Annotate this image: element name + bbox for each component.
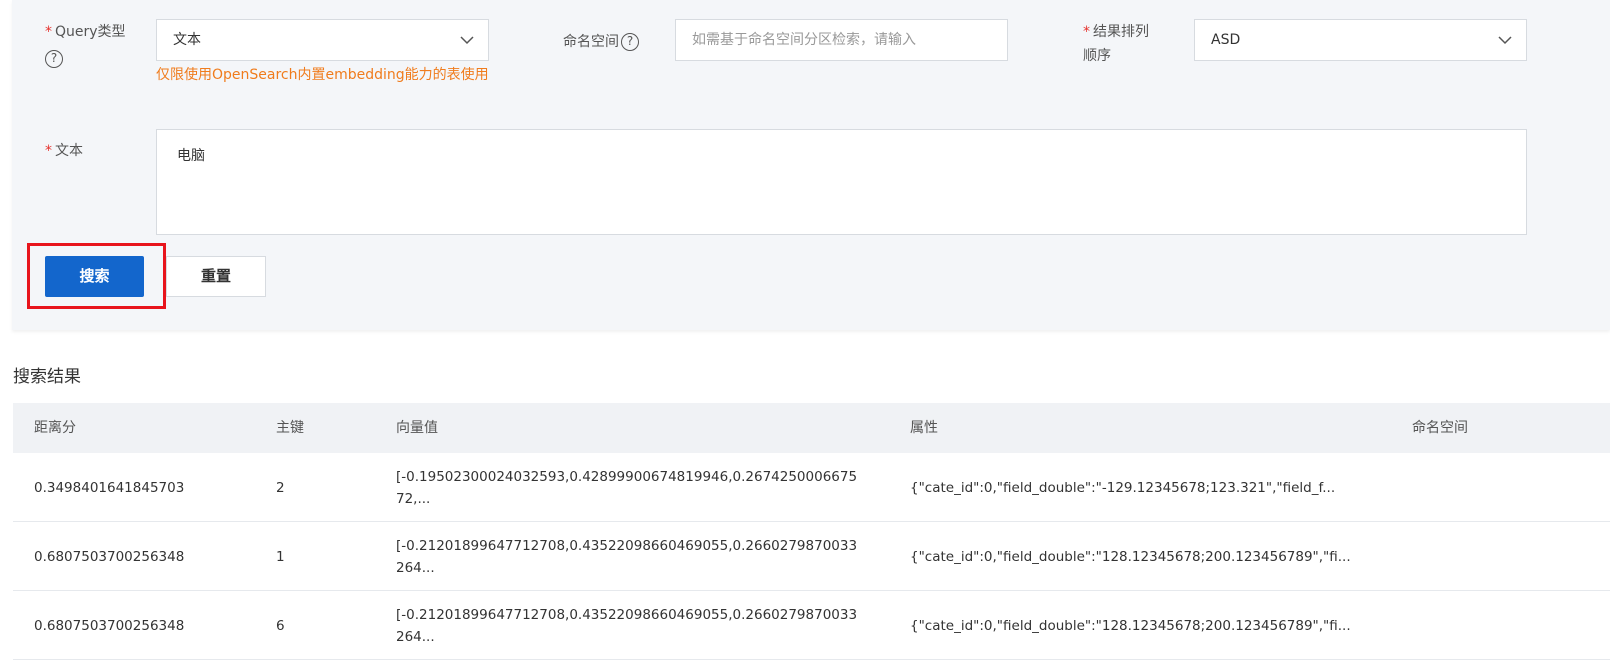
search-button[interactable]: 搜索	[45, 256, 144, 297]
query-type-help[interactable]: ?	[45, 48, 63, 68]
text-label-text: 文本	[55, 143, 83, 159]
query-type-select[interactable]: 文本	[156, 19, 489, 61]
sort-order-select[interactable]: ASD	[1194, 19, 1527, 61]
cell-score: 0.6807503700256348	[34, 548, 185, 565]
cell-pk: 1	[276, 548, 285, 565]
results-title: 搜索结果	[13, 367, 81, 387]
sort-order-label-line1: 结果排列	[1093, 24, 1149, 40]
query-type-hint: 仅限使用OpenSearch内置embedding能力的表使用	[156, 67, 489, 83]
required-mark: *	[45, 24, 52, 40]
question-circle-icon[interactable]: ?	[621, 33, 639, 51]
question-circle-icon: ?	[45, 49, 63, 68]
table-row: 0.6807503700256348 6 [-0.212018996477127…	[13, 591, 1610, 660]
query-type-value: 文本	[173, 32, 201, 48]
column-header-vector: 向量值	[396, 420, 438, 436]
text-label: * 文本	[45, 139, 83, 163]
cell-attrs: {"cate_id":0,"field_double":"128.1234567…	[910, 548, 1351, 565]
namespace-label-text: 命名空间	[563, 34, 619, 50]
sort-order-value: ASD	[1211, 32, 1241, 48]
cell-vector: [-0.19502300024032593,0.4289990067481994…	[396, 468, 858, 507]
namespace-label: 命名空间?	[563, 30, 639, 54]
results-table: 距离分 主键 向量值 属性 命名空间 0.3498401641845703 2 …	[13, 403, 1610, 660]
table-header: 距离分 主键 向量值 属性 命名空间	[13, 403, 1610, 453]
cell-score: 0.3498401641845703	[34, 479, 185, 496]
cell-vector: [-0.21201899647712708,0.4352209866046905…	[396, 606, 858, 645]
cell-pk: 6	[276, 617, 285, 634]
table-row: 0.3498401641845703 2 [-0.195023000240325…	[13, 453, 1610, 522]
query-type-label-text: Query类型	[55, 24, 126, 40]
required-mark: *	[1083, 24, 1090, 40]
chevron-down-icon	[460, 36, 474, 45]
chevron-down-icon	[1498, 36, 1512, 45]
table-row: 0.6807503700256348 1 [-0.212018996477127…	[13, 522, 1610, 591]
namespace-input[interactable]: 如需基于命名空间分区检索，请输入	[675, 19, 1008, 61]
sort-order-label-line2: 顺序	[1083, 48, 1111, 64]
column-header-namespace: 命名空间	[1412, 420, 1468, 436]
cell-attrs: {"cate_id":0,"field_double":"128.1234567…	[910, 617, 1351, 634]
column-header-score: 距离分	[34, 420, 76, 436]
column-header-attrs: 属性	[910, 420, 938, 436]
cell-attrs: {"cate_id":0,"field_double":"-129.123456…	[910, 479, 1336, 496]
sort-order-label: * 结果排列	[1083, 20, 1149, 44]
column-header-pk: 主键	[276, 420, 304, 436]
required-mark: *	[45, 143, 52, 159]
cell-pk: 2	[276, 479, 285, 496]
cell-vector: [-0.21201899647712708,0.4352209866046905…	[396, 537, 858, 576]
text-textarea[interactable]: 电脑	[156, 129, 1527, 235]
cell-score: 0.6807503700256348	[34, 617, 185, 634]
reset-button[interactable]: 重置	[166, 256, 266, 297]
query-type-label: * Query类型	[45, 20, 126, 44]
